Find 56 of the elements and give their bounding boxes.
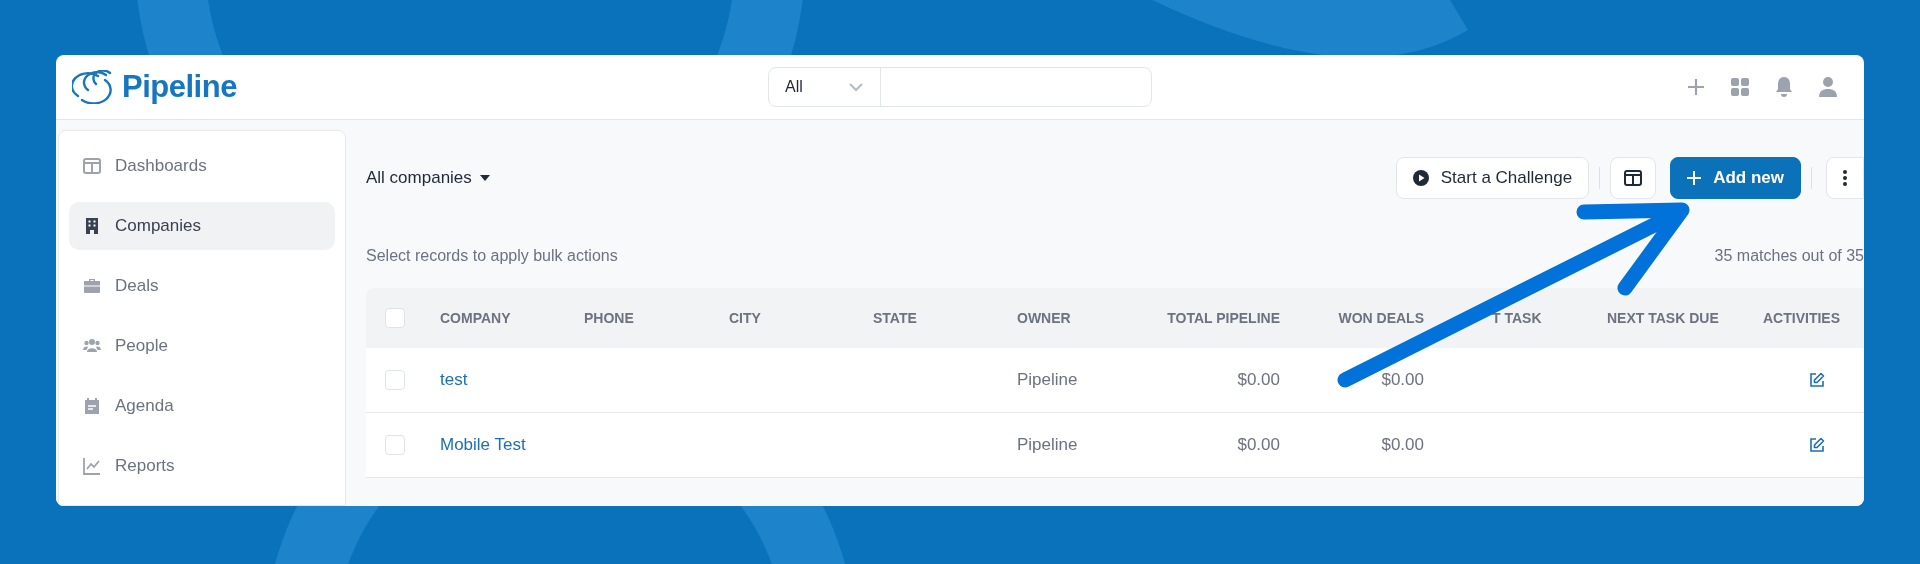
table-cell-text: $0.00: [1236, 370, 1281, 390]
column-header[interactable]: COMPANY: [440, 310, 584, 326]
grid-icon[interactable]: [1730, 77, 1750, 97]
match-count: 35 matches out of 35: [1714, 247, 1864, 265]
column-header[interactable]: PHONE: [584, 310, 729, 326]
sidebar-item[interactable]: Deals: [69, 262, 335, 310]
columns-icon: [1624, 170, 1643, 186]
people-icon: [83, 337, 101, 355]
calendar-icon: [83, 397, 101, 415]
sidebar-item[interactable]: People: [69, 322, 335, 370]
more-options-button[interactable]: [1826, 157, 1864, 199]
column-header[interactable]: STATE: [873, 310, 1017, 326]
company-link[interactable]: test: [440, 370, 584, 390]
play-icon: [1412, 170, 1429, 186]
column-header[interactable]: ACTIVITIES: [1763, 310, 1863, 326]
edit-icon[interactable]: [1809, 372, 1825, 388]
bulk-actions-hint: Select records to apply bulk actions: [366, 247, 618, 265]
edit-icon[interactable]: [1809, 437, 1825, 453]
caret-icon: [479, 175, 490, 181]
sidebar-item[interactable]: Reports: [69, 442, 335, 490]
view-dropdown[interactable]: All companies: [366, 168, 490, 188]
plus-icon: [1687, 171, 1702, 185]
start-challenge-button[interactable]: Start a Challenge: [1395, 157, 1590, 199]
chevron-down-icon: [848, 82, 864, 92]
line-chart-icon: [83, 457, 101, 475]
table-cell-text: Pipeline: [1017, 370, 1079, 390]
table-cell-text: Pipeline: [1017, 435, 1079, 455]
checkbox[interactable]: [385, 370, 405, 390]
plus-icon[interactable]: [1686, 77, 1706, 97]
table-cell-text: $0.00: [1236, 435, 1281, 455]
building-icon: [83, 217, 101, 235]
checkbox[interactable]: [385, 435, 405, 455]
column-header[interactable]: NEXT TASK DUE: [1607, 310, 1763, 326]
sidebar-item[interactable]: Dashboards: [69, 142, 335, 190]
kebab-menu-icon: [1843, 170, 1847, 186]
sidebar-item[interactable]: Agenda: [69, 382, 335, 430]
column-header[interactable]: TOTAL PIPELINE: [1161, 310, 1294, 326]
search-field[interactable]: All: [768, 67, 1152, 107]
company-link[interactable]: Mobile Test: [440, 435, 584, 455]
user-icon[interactable]: [1818, 76, 1838, 98]
scope-dropdown[interactable]: All: [769, 68, 881, 106]
app-logo-text: Pipeline: [122, 69, 237, 105]
column-header[interactable]: OWNER: [1017, 310, 1161, 326]
column-header[interactable]: WON DEALS: [1294, 310, 1438, 326]
add-new-button[interactable]: Add new: [1670, 157, 1801, 199]
briefcase-icon: [83, 277, 101, 295]
table-cell-text: $0.00: [1380, 370, 1425, 390]
checkbox[interactable]: [385, 308, 405, 328]
table-cell-text: $0.00: [1380, 435, 1425, 455]
bell-icon[interactable]: [1774, 76, 1794, 98]
sidebar-item[interactable]: Companies: [69, 202, 335, 250]
column-header[interactable]: CITY: [729, 310, 873, 326]
dashboard-icon: [83, 157, 101, 175]
column-header[interactable]: T TASK: [1438, 310, 1607, 326]
layout-button[interactable]: [1610, 157, 1657, 199]
logo-icon: [72, 70, 112, 104]
